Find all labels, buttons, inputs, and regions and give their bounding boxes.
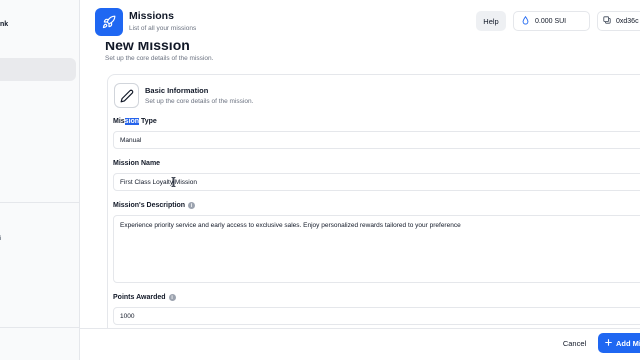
- sidebar-bottom-divider: [0, 327, 80, 328]
- copy-icon: [603, 16, 611, 26]
- plus-icon: [605, 338, 612, 348]
- sui-drop-icon: [522, 15, 529, 27]
- label-part: Type: [139, 118, 157, 125]
- label-part: Mis: [113, 118, 125, 125]
- points-awarded-label-text: Points Awarded: [113, 294, 166, 301]
- mission-name-label-text: Mission Name: [113, 160, 161, 167]
- mission-name-label: Mission Name: [113, 160, 160, 167]
- add-mission-button[interactable]: Add Mi: [598, 333, 640, 353]
- page-title: New Mission: [105, 42, 190, 53]
- add-mission-label: Add Mi: [616, 338, 640, 348]
- address-button[interactable]: 0xd36c: [597, 11, 640, 31]
- sidebar-item-missions-active[interactable]: [0, 58, 76, 81]
- card-subtitle: Set up the core details of the mission.: [145, 98, 254, 105]
- wallet-address: 0xd36c: [616, 17, 639, 25]
- mission-description-textarea[interactable]: Experience priority service and early ac…: [113, 215, 640, 283]
- header-title: Missions: [129, 10, 174, 22]
- main-content: New Mission Set up the core details of t…: [80, 42, 640, 328]
- basic-info-card: Basic Information Set up the core detail…: [107, 74, 640, 328]
- form-footer: Cancel Add Mi: [80, 328, 640, 360]
- points-awarded-value: 1000: [120, 312, 135, 320]
- header: Missions List of all your missions Help …: [80, 0, 640, 42]
- sidebar: nk i: [0, 0, 80, 360]
- info-icon[interactable]: i: [188, 202, 196, 209]
- cancel-button[interactable]: Cancel: [557, 334, 592, 353]
- mission-type-value: Manual: [120, 136, 142, 144]
- text-cursor-icon: [171, 177, 176, 189]
- points-awarded-input[interactable]: 1000: [113, 307, 640, 325]
- selected-text: sion: [124, 118, 140, 125]
- mission-description-value: Experience priority service and early ac…: [120, 222, 461, 229]
- info-icon[interactable]: i: [168, 294, 176, 301]
- card-title: Basic Information: [145, 86, 209, 95]
- mission-description-label: Mission's Description i: [113, 202, 196, 209]
- pencil-icon: [114, 83, 139, 108]
- page-subtitle: Set up the core details of the mission.: [105, 55, 214, 62]
- sidebar-divider: [0, 202, 80, 203]
- wallet-balance-button[interactable]: 0.000 SUI: [513, 11, 590, 31]
- mission-name-input[interactable]: First Class Loyalty Mission: [113, 173, 640, 191]
- sidebar-brand: nk: [0, 21, 9, 28]
- mission-description-label-text: Mission's Description: [113, 202, 186, 209]
- mission-type-label: Mission Type: [113, 118, 157, 125]
- mission-name-value: First Class Loyalty Mission: [120, 178, 197, 186]
- header-subtitle: List of all your missions: [129, 25, 197, 32]
- mission-type-select[interactable]: Manual: [113, 131, 640, 149]
- points-awarded-label: Points Awarded i: [113, 294, 176, 301]
- sidebar-item-fragment[interactable]: i: [0, 236, 1, 242]
- wallet-balance: 0.000 SUI: [535, 17, 567, 25]
- help-button[interactable]: Help: [476, 11, 506, 31]
- rocket-icon: [95, 8, 123, 36]
